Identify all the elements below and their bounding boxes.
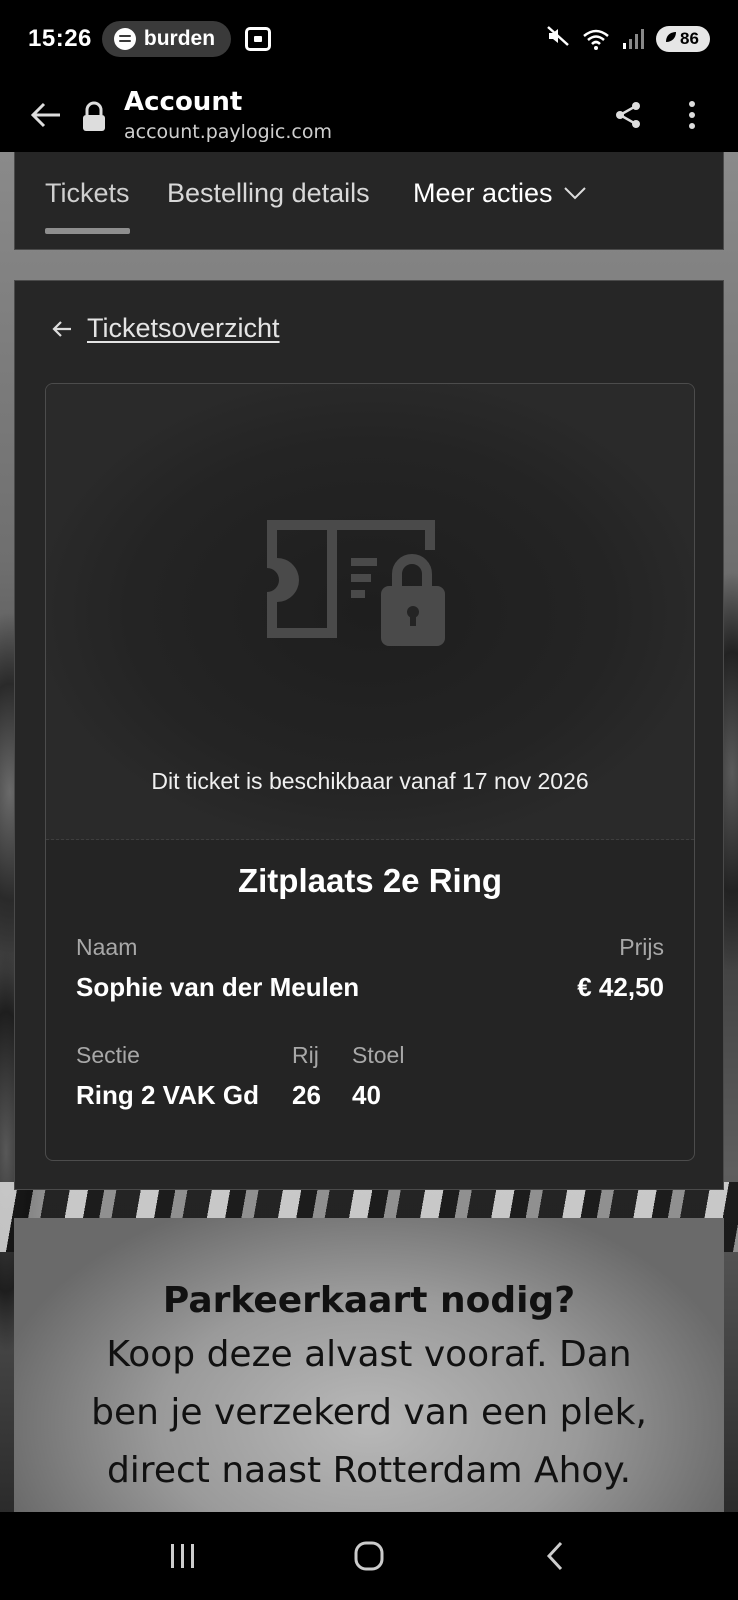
status-time: 15:26 [28,25,92,52]
ticket-panel: Ticketsoverzicht Dit ticket is beschikba… [14,280,724,1190]
name-label: Naam [76,934,138,960]
media-chip[interactable]: burden [101,21,232,57]
url-bar[interactable]: Account account.paylogic.com [124,87,332,143]
name-value: Sophie van der Meulen [76,972,360,1002]
battery-leaf-icon [664,29,678,49]
page-title: Account [124,87,243,117]
row-label: Rij [292,1042,319,1068]
tabs-panel: Tickets Bestelling details Meer acties [14,152,724,250]
share-button[interactable] [604,91,652,139]
mute-icon [546,24,570,54]
seat-value: 40 [352,1080,381,1110]
system-back-button[interactable] [531,1532,579,1580]
seat-label: Stoel [352,1042,405,1068]
section-value: Ring 2 VAK Gd [76,1080,259,1110]
parking-advert[interactable]: Parkeerkaart nodig? Koop deze alvast voo… [14,1218,724,1512]
arrow-left-icon [52,320,71,337]
back-link-label: Ticketsoverzicht [87,313,280,343]
browser-toolbar: Account account.paylogic.com [0,78,738,152]
row-value: 26 [292,1080,321,1110]
recent-apps-button[interactable] [159,1532,207,1580]
more-options-button[interactable] [668,91,716,139]
home-icon [354,1541,384,1571]
advert-line: direct naast Rotterdam Ahoy. [106,1450,632,1491]
tab-label: Bestelling details [167,177,370,208]
advert-heading: Parkeerkaart nodig? [162,1280,576,1321]
advert-line: Koop deze alvast vooraf. Dan [106,1334,632,1375]
recent-apps-icon [171,1544,194,1568]
active-tab-indicator [45,228,130,234]
price-value: € 42,50 [577,972,664,1002]
back-chevron-icon [546,1541,563,1571]
signal-icon [622,28,644,50]
battery-level: 86 [680,29,699,48]
ticket-card: Dit ticket is beschikbaar vanaf 17 nov 2… [45,383,695,1161]
locked-ticket-icon [267,520,445,646]
status-bar: 15:26 burden 86 [0,0,738,78]
arrow-left-icon [30,102,60,128]
battery-indicator: 86 [656,26,710,52]
chevron-down-icon [563,187,586,200]
media-title: burden [143,27,216,50]
price-label: Prijs [619,934,664,960]
advert-body: Koop deze alvast vooraf. Dan ben je verz… [14,1326,724,1500]
screen-capture-icon [245,27,272,51]
tab-tickets[interactable]: Tickets [45,168,130,234]
tab-meer-acties[interactable]: Meer acties [413,168,587,218]
lock-icon[interactable] [80,101,108,131]
share-icon [616,102,640,128]
more-vertical-icon [689,101,695,129]
ticket-type-title: Zitplaats 2e Ring [237,862,503,899]
tab-label: Tickets [45,177,130,208]
wifi-icon [582,28,610,50]
page-url: account.paylogic.com [124,121,332,143]
ticketsoverzicht-link[interactable]: Ticketsoverzicht [51,313,280,344]
ticket-locked-area: Dit ticket is beschikbaar vanaf 17 nov 2… [46,384,694,840]
availability-text: Dit ticket is beschikbaar vanaf 17 nov 2… [151,768,589,794]
spotify-icon [113,28,136,50]
tab-label: Meer acties [413,177,553,208]
home-button[interactable] [345,1532,393,1580]
tab-bestelling-details[interactable]: Bestelling details [167,168,370,218]
section-label: Sectie [76,1042,140,1068]
advert-line: ben je verzekerd van een plek, [91,1392,647,1433]
back-button[interactable] [22,91,70,139]
system-nav-bar [0,1512,738,1600]
